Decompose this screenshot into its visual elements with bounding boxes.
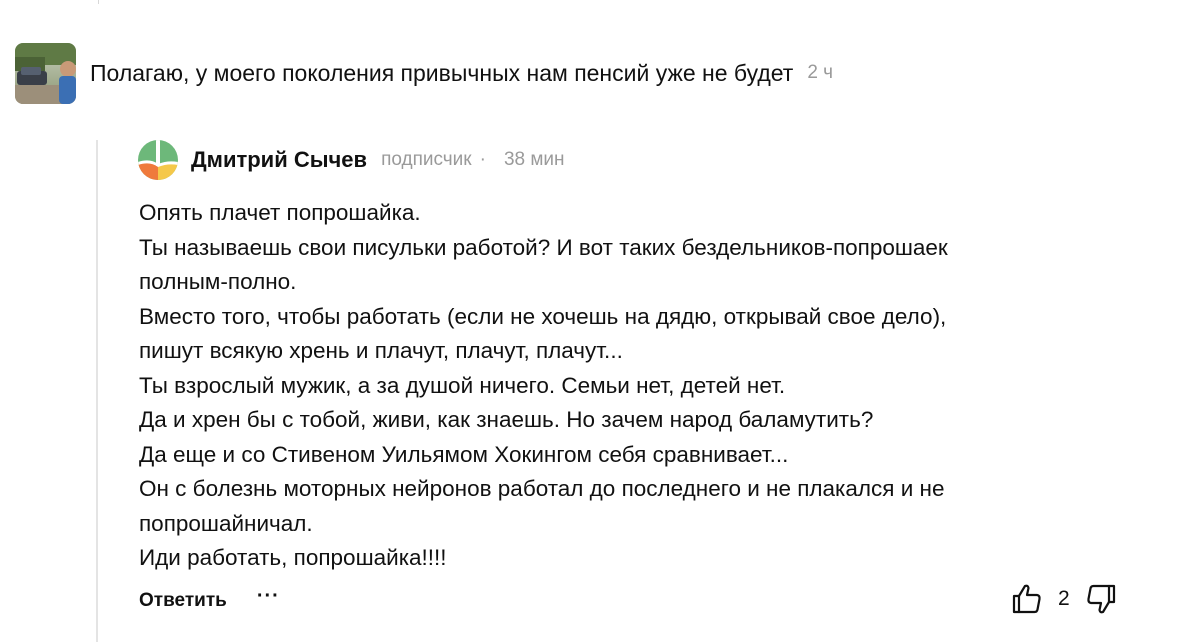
reply-line: Опять плачет попрошайка. (139, 200, 421, 225)
reply-time: 38 мин (503, 149, 565, 170)
author-name[interactable]: Дмитрий Сычев (191, 147, 367, 173)
parent-comment-time: 2 ч (807, 62, 834, 83)
reply-button[interactable]: Ответить (139, 590, 227, 612)
parent-comment: Полагаю, у моего поколения привычных нам… (15, 42, 833, 104)
author-avatar-icon[interactable] (138, 140, 178, 180)
avatar-photo-icon (15, 42, 76, 104)
reply-line: полным-полно. (139, 269, 297, 294)
author-role: подписчик (381, 149, 472, 170)
reply-thread-line (96, 140, 98, 642)
reply-line: Да еще и со Стивеном Уильямом Хокингом с… (139, 441, 789, 467)
reply-header: Дмитрий Сычев подписчик · 38 мин (138, 140, 565, 180)
reply-text: Опять плачет попрошайка. Ты называешь св… (139, 196, 1139, 576)
previous-thread-line (98, 0, 99, 4)
avatar[interactable] (15, 42, 76, 104)
reply-line: Да и хрен бы с тобой, живи, как знаешь. … (139, 407, 874, 432)
reply-line: Иди работать, попрошайка!!!! (139, 545, 447, 570)
vote-controls: 2 (1010, 580, 1118, 618)
reply-line: Он с болезнь моторных нейронов работал д… (139, 476, 945, 501)
reply-actions: Ответить ··· (139, 584, 280, 618)
ellipsis-icon[interactable]: ··· (257, 585, 280, 608)
like-count: 2 (1058, 587, 1070, 610)
reply-line: Ты взрослый мужик, а за душой ничего. Се… (139, 372, 786, 398)
meta-separator: · (479, 149, 486, 170)
parent-comment-text: Полагаю, у моего поколения привычных нам… (90, 60, 794, 86)
reply-line: Вместо того, чтобы работать (если не хоч… (139, 303, 947, 329)
reply-line: попрошайничал. (139, 510, 313, 536)
reply-line: Ты называешь свои писульки работой? И во… (139, 234, 948, 260)
reply-line: пишут всякую хрень и плачут, плачут, пла… (139, 338, 623, 363)
thumbs-down-icon[interactable] (1084, 582, 1118, 616)
comments-page: Полагаю, у моего поколения привычных нам… (0, 0, 1200, 642)
thumbs-up-icon[interactable] (1010, 582, 1044, 616)
